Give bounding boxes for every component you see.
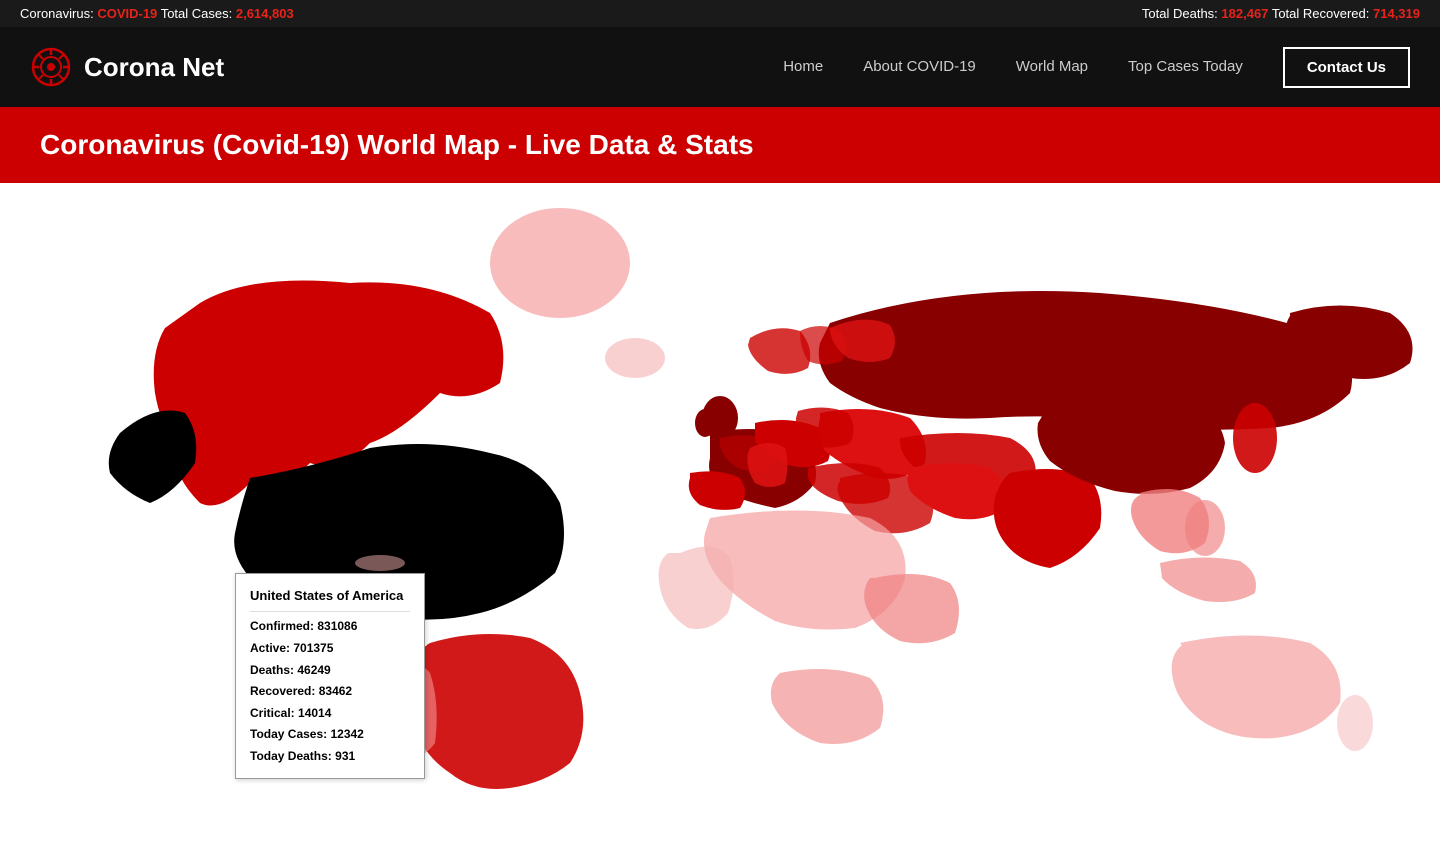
ticker-total-cases-value: 2,614,803 [236, 6, 294, 21]
logo: Corona Net [30, 46, 224, 88]
tooltip-critical: Critical: 14014 [250, 703, 410, 725]
navbar: Corona Net Home About COVID-19 World Map… [0, 27, 1440, 107]
nav-contact-button[interactable]: Contact Us [1283, 47, 1410, 88]
tooltip-recovered: Recovered: 83462 [250, 681, 410, 703]
nav-home[interactable]: Home [783, 58, 823, 76]
map-section[interactable]: United States of America Confirmed: 8310… [0, 183, 1440, 803]
ticker-recovered-value: 714,319 [1373, 6, 1420, 21]
nav-about[interactable]: About COVID-19 [863, 58, 976, 76]
banner-title: Coronavirus (Covid-19) World Map - Live … [40, 129, 1400, 161]
tooltip-today-cases: Today Cases: 12342 [250, 724, 410, 746]
tooltip-country: United States of America [250, 584, 410, 612]
ticker-coronavirus-label: Coronavirus: [20, 6, 94, 21]
red-banner: Coronavirus (Covid-19) World Map - Live … [0, 107, 1440, 183]
world-map-svg [0, 183, 1440, 803]
ticker-deaths-label: Total Deaths: [1142, 6, 1218, 21]
nav-top-cases[interactable]: Top Cases Today [1128, 58, 1243, 76]
ticker-right: Total Deaths: 182,467 Total Recovered: 7… [1142, 6, 1420, 21]
tooltip-confirmed: Confirmed: 831086 [250, 616, 410, 638]
ticker-deaths-value: 182,467 [1221, 6, 1268, 21]
tooltip-today-deaths: Today Deaths: 931 [250, 746, 410, 768]
tooltip-active: Active: 701375 [250, 638, 410, 660]
tooltip-deaths: Deaths: 46249 [250, 660, 410, 682]
logo-icon [30, 46, 72, 88]
ticker-recovered-label: Total Recovered: [1272, 6, 1370, 21]
ticker-left: Coronavirus: COVID-19 Total Cases: 2,614… [20, 6, 294, 21]
nav-world-map[interactable]: World Map [1016, 58, 1088, 76]
country-tooltip: United States of America Confirmed: 8310… [235, 573, 425, 779]
ticker-bar: Coronavirus: COVID-19 Total Cases: 2,614… [0, 0, 1440, 27]
nav-links: Home About COVID-19 World Map Top Cases … [783, 47, 1410, 88]
ticker-covid-tag: COVID-19 [97, 6, 157, 21]
ticker-total-cases-label: Total Cases: [161, 6, 233, 21]
logo-text: Corona Net [84, 52, 224, 83]
